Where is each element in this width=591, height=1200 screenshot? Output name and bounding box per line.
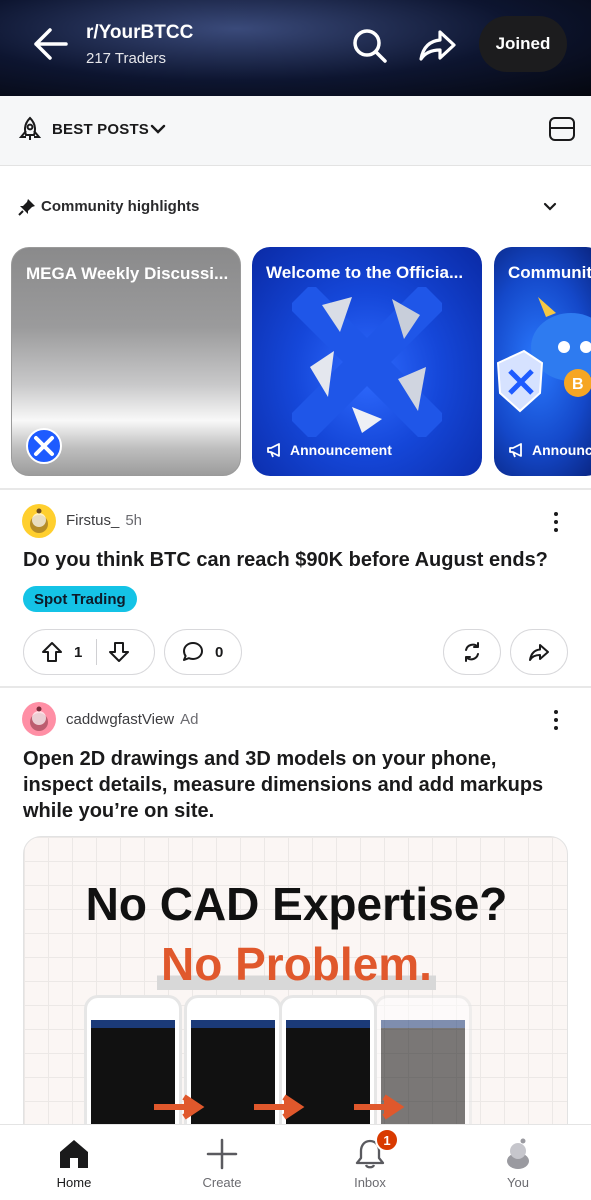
highlights-header: Community highlights: [0, 192, 591, 222]
chevron-down-icon[interactable]: [150, 122, 166, 136]
rocket-icon[interactable]: [18, 116, 42, 142]
highlight-card[interactable]: Communit B Announcement: [494, 247, 591, 476]
inbox-badge: 1: [375, 1128, 399, 1152]
nav-label: Create: [202, 1175, 242, 1190]
post-time: 5h: [125, 512, 143, 529]
bottom-nav: Home Create Inbox You: [0, 1124, 591, 1200]
megaphone-icon: [509, 443, 522, 458]
announcement-tag: Announcement: [266, 442, 392, 458]
highlight-card-title: Communit: [508, 263, 591, 282]
share-icon: [529, 644, 549, 661]
post-author[interactable]: Firstus_: [66, 512, 119, 529]
ad-subheadline: No Problem.: [24, 937, 567, 991]
ad-label: Ad: [180, 711, 199, 728]
sort-bar: BEST POSTS: [0, 96, 591, 166]
search-icon[interactable]: [348, 24, 390, 66]
upvote-icon[interactable]: [40, 640, 64, 664]
svg-text:B: B: [572, 376, 584, 393]
plus-icon: [206, 1138, 238, 1170]
avatar-icon: [507, 1138, 529, 1169]
highlight-card[interactable]: Welcome to the Officia... Announcement: [252, 247, 482, 476]
arrow-graphic: [154, 1094, 405, 1120]
comment-icon: [183, 642, 203, 661]
crosspost-button[interactable]: [443, 629, 501, 675]
ad-title[interactable]: Open 2D drawings and 3D models on your p…: [23, 746, 568, 824]
ad-image[interactable]: No CAD Expertise? No Problem.: [23, 836, 568, 1136]
highlight-card-title: Welcome to the Officia...: [266, 263, 464, 282]
ad-author[interactable]: caddwgfastView: [66, 711, 174, 728]
joined-button[interactable]: Joined: [479, 16, 567, 72]
nav-inbox[interactable]: Inbox: [296, 1125, 444, 1200]
ad-headline: No CAD Expertise?: [85, 878, 508, 930]
ad-author-line: caddwgfastView Ad: [66, 711, 198, 728]
highlight-card[interactable]: MEGA Weekly Discussi...: [11, 247, 241, 476]
home-icon: [60, 1140, 88, 1168]
logo-graphic: [292, 287, 442, 437]
announcement-tag: Announcement: [508, 442, 591, 458]
community-avatar-icon: [26, 428, 62, 464]
post-author-line: Firstus_ 5h: [66, 512, 142, 529]
crosspost-icon: [465, 642, 479, 662]
pin-icon: [18, 199, 35, 216]
megaphone-icon: [267, 443, 280, 458]
more-options-icon[interactable]: [552, 710, 560, 732]
nav-you[interactable]: You: [444, 1125, 591, 1200]
divider: [0, 686, 591, 688]
comment-count: 0: [215, 643, 224, 661]
vote-count: 1: [74, 643, 83, 661]
comments-button[interactable]: 0: [164, 629, 242, 675]
user-avatar[interactable]: [22, 702, 56, 736]
community-header: r/YourBTCC 217 Traders Joined: [0, 0, 591, 96]
post-flair[interactable]: Spot Trading: [23, 586, 137, 612]
highlight-card-title: MEGA Weekly Discussi...: [26, 264, 229, 283]
view-layout-icon[interactable]: [549, 117, 575, 141]
share-button[interactable]: [510, 629, 568, 675]
highlights-heading: Community highlights: [41, 198, 200, 215]
sort-label[interactable]: BEST POSTS: [52, 121, 149, 138]
nav-label: Inbox: [354, 1175, 386, 1190]
back-arrow-icon[interactable]: [30, 26, 70, 62]
chevron-down-icon[interactable]: [543, 201, 557, 213]
divider: [0, 488, 591, 490]
nav-label: You: [507, 1175, 529, 1190]
downvote-icon[interactable]: [107, 640, 131, 664]
nav-home[interactable]: Home: [0, 1125, 148, 1200]
vote-control: 1: [23, 629, 155, 675]
nav-create[interactable]: Create: [148, 1125, 296, 1200]
more-options-icon[interactable]: [552, 512, 560, 534]
mascot-graphic: B: [496, 297, 591, 413]
post-title[interactable]: Do you think BTC can reach $90K before A…: [23, 547, 568, 573]
member-count: 217 Traders: [86, 50, 167, 67]
share-icon[interactable]: [416, 24, 460, 66]
divider: [96, 639, 98, 665]
user-avatar[interactable]: [22, 504, 56, 538]
community-name[interactable]: r/YourBTCC: [86, 22, 193, 44]
nav-label: Home: [56, 1175, 92, 1190]
